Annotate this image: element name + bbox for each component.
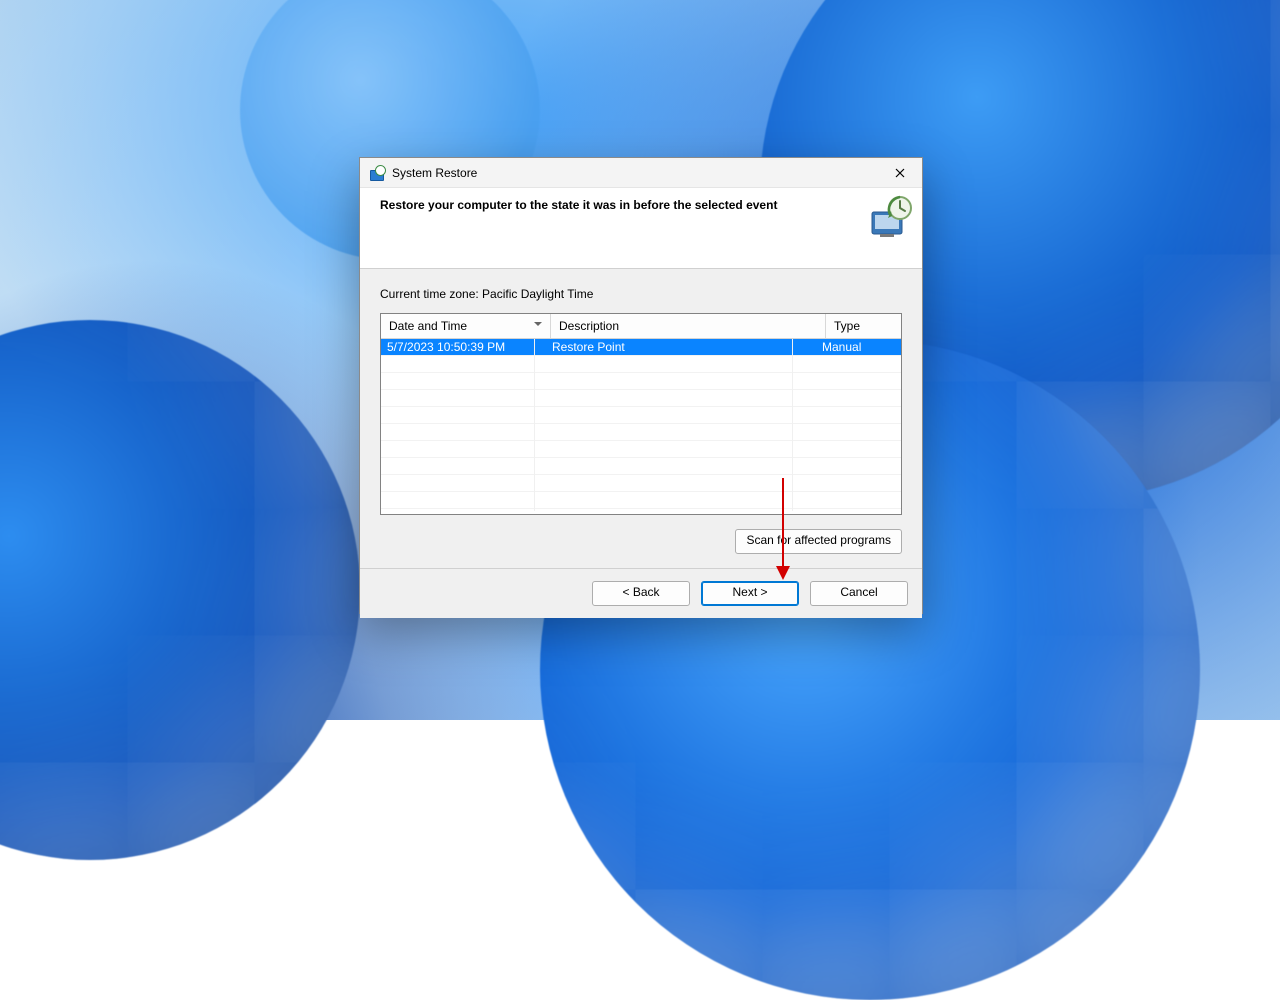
table-body[interactable]: 5/7/2023 10:50:39 PM Restore Point Manua… bbox=[381, 339, 901, 511]
system-restore-dialog: System Restore Restore your computer to … bbox=[359, 157, 923, 614]
cell-date: 5/7/2023 10:50:39 PM bbox=[381, 339, 546, 355]
dialog-heading: Restore your computer to the state it wa… bbox=[380, 198, 904, 212]
cancel-button[interactable]: Cancel bbox=[810, 581, 908, 606]
column-header-date-label: Date and Time bbox=[389, 319, 467, 333]
column-header-date[interactable]: Date and Time bbox=[381, 314, 551, 338]
close-icon bbox=[895, 168, 905, 178]
column-header-type-label: Type bbox=[834, 319, 860, 333]
column-header-type[interactable]: Type bbox=[826, 314, 901, 338]
next-button[interactable]: Next > bbox=[701, 581, 799, 606]
sort-descending-icon bbox=[534, 320, 542, 328]
restore-points-table[interactable]: Date and Time Description Type 5/7/2023 … bbox=[380, 313, 902, 515]
window-title: System Restore bbox=[392, 166, 477, 180]
system-restore-icon bbox=[368, 165, 384, 181]
dialog-content: Current time zone: Pacific Daylight Time… bbox=[360, 269, 922, 568]
scan-affected-programs-button[interactable]: Scan for affected programs bbox=[735, 529, 902, 554]
dialog-footer: < Back Next > Cancel bbox=[360, 568, 922, 618]
title-bar[interactable]: System Restore bbox=[360, 158, 922, 188]
column-header-description[interactable]: Description bbox=[551, 314, 826, 338]
system-restore-large-icon bbox=[866, 194, 914, 242]
close-button[interactable] bbox=[877, 158, 922, 187]
cell-description: Restore Point bbox=[546, 339, 816, 355]
table-row[interactable]: 5/7/2023 10:50:39 PM Restore Point Manua… bbox=[381, 339, 901, 355]
table-header-row: Date and Time Description Type bbox=[381, 314, 901, 339]
column-header-description-label: Description bbox=[559, 319, 619, 333]
timezone-label: Current time zone: Pacific Daylight Time bbox=[380, 287, 902, 301]
cell-type: Manual bbox=[816, 339, 901, 355]
back-button[interactable]: < Back bbox=[592, 581, 690, 606]
dialog-header: Restore your computer to the state it wa… bbox=[360, 188, 922, 269]
